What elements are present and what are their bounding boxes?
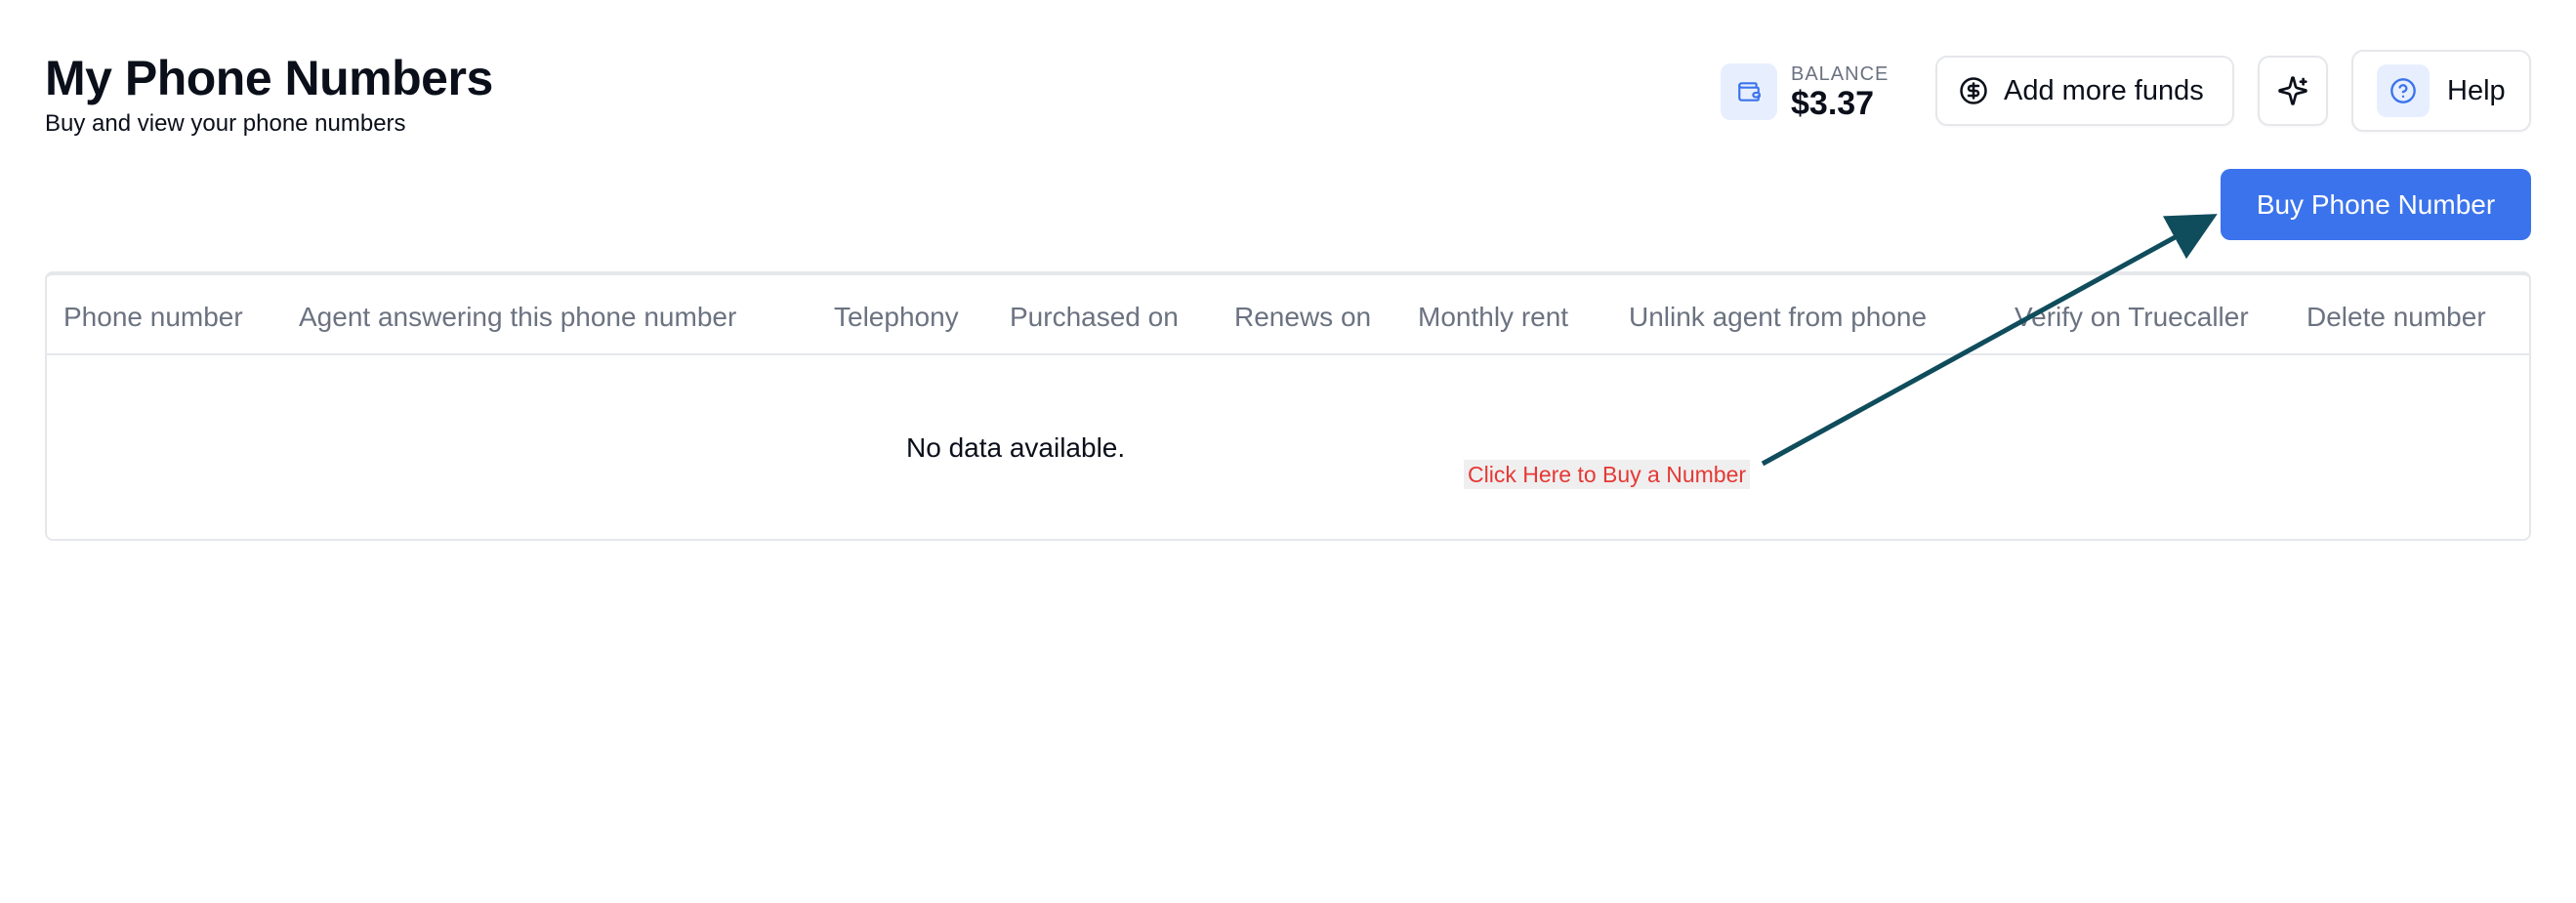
buy-number-hint: Click Here to Buy a Number xyxy=(1464,460,1751,489)
annotation-arrow xyxy=(1761,214,2218,467)
page: My Phone Numbers Buy and view your phone… xyxy=(0,0,2576,903)
